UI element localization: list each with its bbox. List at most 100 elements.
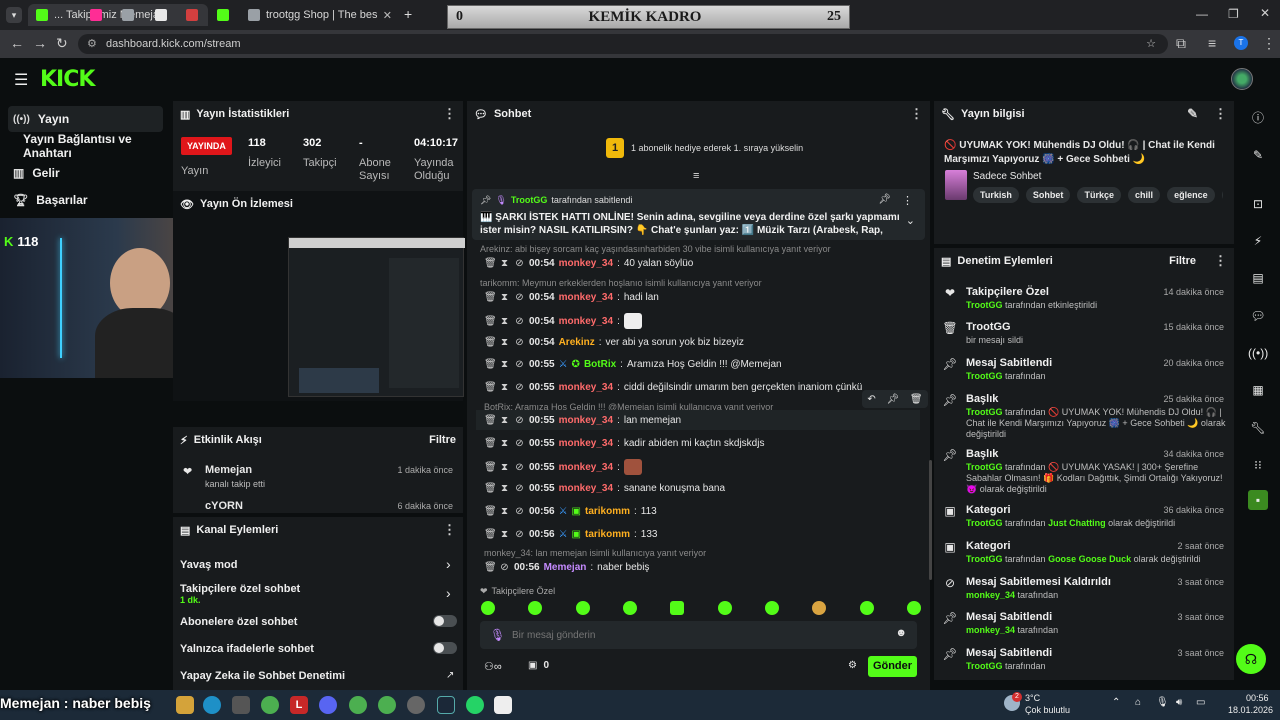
chat-settings-icon[interactable]: ⚙ — [848, 660, 857, 671]
ban-icon[interactable]: ⊘ — [514, 292, 525, 303]
chat-message[interactable]: 🗑︎ ⧗ ⊘ 00:54 monkey_34: — [484, 313, 642, 329]
emote-icon[interactable] — [670, 601, 685, 615]
loop-icon[interactable]: ⚇∞ — [484, 660, 502, 673]
mod-actor[interactable]: monkey_34 — [966, 625, 1015, 635]
more-options-icon[interactable]: ⋮ — [1214, 253, 1227, 269]
mic-tray-icon[interactable]: 🎙︎ — [1156, 697, 1169, 708]
ban-icon[interactable]: ⊘ — [514, 529, 525, 540]
chat-user[interactable]: tarikomm — [585, 506, 630, 517]
mod-category[interactable]: Goose Goose Duck — [1048, 554, 1131, 564]
emote-icon[interactable] — [717, 601, 732, 615]
chat-message[interactable]: 🗑︎ ⧗ ⊘ 00:55 ⚔ ✪ BotRix: Aramıza Hoş Geldi… — [484, 359, 782, 370]
emote-icon[interactable] — [906, 601, 921, 615]
external-link-icon[interactable]: ↗ — [446, 670, 454, 681]
tab-app[interactable] — [122, 4, 142, 26]
wrench-icon[interactable]: 🔧︎ — [1248, 418, 1268, 438]
chevron-down-icon[interactable]: ⌄ — [906, 214, 915, 227]
ban-icon[interactable]: ⊘ — [514, 382, 525, 393]
l-app-icon[interactable]: L — [290, 696, 308, 714]
delete-icon[interactable]: 🗑︎ — [484, 529, 497, 540]
tag-chip[interactable]: Türkçe — [1077, 187, 1121, 203]
more-options-icon[interactable]: ⋮ — [443, 522, 456, 538]
discord-icon[interactable] — [319, 696, 337, 714]
more-options-icon[interactable]: ⋮ — [910, 106, 923, 122]
ban-icon[interactable]: ⊘ — [514, 258, 525, 269]
ai-moderation-label[interactable]: Yapay Zeka ile Sohbet Denetimi — [180, 670, 345, 682]
gift-rank-text[interactable]: 1 abonelik hediye ederek 1. sıraya yükse… — [631, 143, 803, 153]
category-thumbnail[interactable] — [945, 170, 967, 200]
delete-icon[interactable]: 🗑︎ — [484, 415, 497, 426]
broadcast-icon[interactable]: ((•)) — [1248, 343, 1268, 363]
ban-icon[interactable]: ⊘ — [514, 462, 525, 473]
delete-icon[interactable]: 🗑︎ — [484, 258, 497, 269]
more-options-icon[interactable]: ⋮ — [443, 106, 456, 122]
timeout-icon[interactable]: ⧗ — [499, 462, 510, 473]
sidebar-item-stream[interactable]: ((•)) Yayın — [8, 106, 163, 132]
new-tab-button[interactable]: + — [404, 6, 412, 22]
timeout-icon[interactable]: ⧗ — [499, 506, 510, 517]
chat-user[interactable]: monkey_34 — [559, 316, 613, 327]
filter-button[interactable]: Filtre — [1169, 255, 1196, 267]
layout-icon[interactable]: ▦ — [1248, 380, 1268, 400]
reload-icon[interactable]: ↻ — [56, 35, 68, 52]
chat-user[interactable]: monkey_34 — [559, 438, 613, 449]
emoji-icon[interactable]: ☻ — [895, 627, 907, 639]
trash-icon[interactable]: 🗑︎ — [910, 394, 923, 405]
media-icon[interactable]: ≡ — [1208, 35, 1216, 51]
chat-message[interactable]: 🗑︎ ⧗ ⊘ 00:55 monkey_34: — [484, 459, 642, 475]
mod-actor[interactable]: TrootGG — [966, 371, 1003, 381]
tab-kick-active[interactable]: ... Takipçimiz Memejan — [28, 4, 208, 26]
ban-icon[interactable]: ⊘ — [514, 438, 525, 449]
chat-user[interactable]: tarikomm — [585, 529, 630, 540]
sidebar-item-stream-key[interactable]: Yayın Bağlantısı ve Anahtarı — [18, 132, 168, 160]
site-settings-icon[interactable]: ⚙ — [87, 34, 97, 54]
edit-icon[interactable]: ✎ — [1187, 106, 1198, 122]
document-icon[interactable]: ▤ — [1248, 268, 1268, 288]
send-button[interactable]: Gönder — [868, 656, 917, 677]
chat-input-box[interactable]: 🎙︎ ☻ — [480, 621, 917, 649]
chat-user[interactable]: Memejan — [544, 562, 587, 573]
sidebar-item-achievements[interactable]: 🏆︎ Başarılar — [8, 187, 163, 213]
chat-message[interactable]: 🗑︎ ⧗ ⊘ 00:55 monkey_34: sanane konuşma ban… — [484, 483, 725, 494]
chat-scrollbar[interactable] — [929, 460, 932, 580]
chat-bubble-icon[interactable]: 💬︎ — [1248, 306, 1268, 326]
tab-kick-2[interactable] — [217, 4, 237, 26]
hamburger-menu-icon[interactable]: ☰ — [14, 70, 28, 90]
more-options-icon[interactable]: ⋮ — [1214, 106, 1227, 122]
timeout-icon[interactable]: ⧗ — [499, 337, 510, 348]
user-avatar[interactable] — [1231, 68, 1253, 90]
category-name[interactable]: Sadece Sohbet — [973, 171, 1041, 182]
ban-icon[interactable]: ⊘ — [514, 506, 525, 517]
pin-icon[interactable]: 📌︎ — [886, 394, 899, 405]
mod-actor[interactable]: TrootGG — [966, 407, 1003, 417]
app-icon[interactable] — [494, 696, 512, 714]
store-icon[interactable] — [232, 696, 250, 714]
chevron-right-icon[interactable]: › — [446, 556, 451, 572]
timeout-icon[interactable]: ⧗ — [499, 415, 510, 426]
obs-icon[interactable] — [407, 696, 425, 714]
mod-actor[interactable]: TrootGG — [966, 661, 1003, 671]
delete-icon[interactable]: 🗑︎ — [484, 506, 497, 517]
chat-message[interactable]: 🗑︎ ⧗ ⊘ 00:56 ⚔ ▣ tarikomm: 133 — [484, 529, 657, 540]
filter-button[interactable]: Filtre — [429, 434, 456, 446]
maximize-window-icon[interactable]: ❐ — [1228, 7, 1239, 21]
more-options-icon[interactable]: ⋮ — [902, 194, 913, 207]
chat-user[interactable]: BotRix — [584, 359, 616, 370]
bolt-icon[interactable]: ⚡︎ — [1248, 231, 1268, 251]
subs-only-toggle[interactable] — [433, 615, 457, 627]
battery-icon[interactable]: ▭ — [1196, 697, 1205, 708]
chrome-icon[interactable] — [378, 696, 396, 714]
network-icon[interactable]: ⌂ — [1135, 697, 1141, 708]
delete-icon[interactable]: 🗑︎ — [484, 562, 497, 573]
camera-icon[interactable]: ⊡ — [1248, 194, 1268, 214]
timeout-icon[interactable]: ⧗ — [499, 529, 510, 540]
forward-icon[interactable]: → — [33, 35, 47, 51]
mod-category[interactable]: Just Chatting — [1048, 518, 1106, 528]
chat-user[interactable]: monkey_34 — [559, 483, 613, 494]
delete-icon[interactable]: 🗑︎ — [484, 359, 497, 370]
timeout-icon[interactable]: ⧗ — [499, 258, 510, 269]
ban-icon[interactable]: ⊘ — [514, 483, 525, 494]
unpin-icon[interactable]: 📌︎ — [878, 194, 891, 205]
kick-logo[interactable]: KICK — [40, 67, 95, 92]
delete-icon[interactable]: 🗑︎ — [484, 316, 497, 327]
